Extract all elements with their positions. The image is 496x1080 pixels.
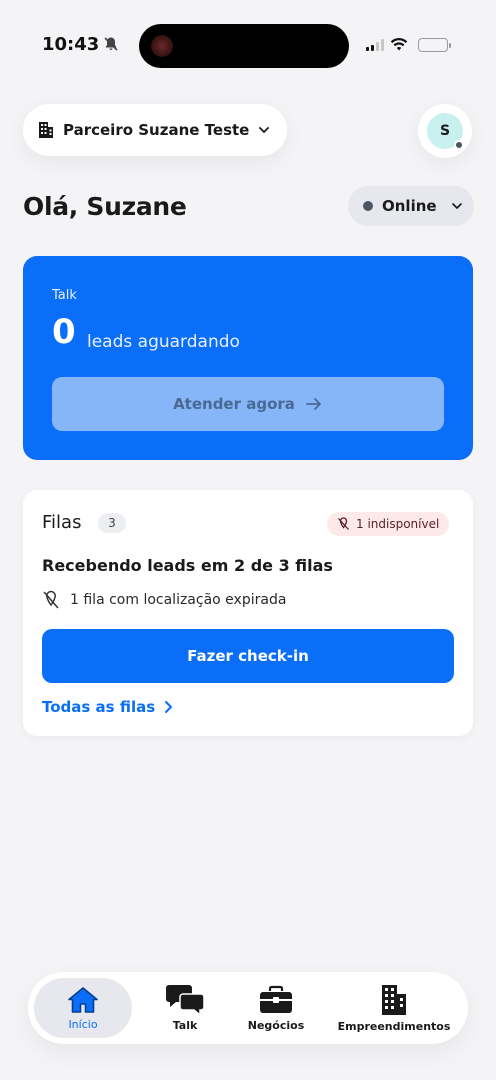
status-bar: 10:43 <box>6 6 490 86</box>
nav-item-talk[interactable]: Talk <box>150 972 220 1044</box>
bottom-navigation: Início Talk Negócios Empreendimentos <box>28 972 468 1044</box>
nav-label-negocios: Negócios <box>247 1018 305 1032</box>
presence-status-label: Online <box>382 197 437 215</box>
organization-name: Parceiro Suzane Teste <box>63 121 250 139</box>
all-queues-link[interactable]: Todas as filas <box>42 698 173 716</box>
cellular-signal-icon <box>366 39 384 51</box>
queues-count-badge: 3 <box>98 513 126 533</box>
nav-label-talk: Talk <box>172 1018 198 1032</box>
unavailable-badge: 1 indisponível <box>327 512 450 536</box>
chat-bubbles-icon <box>166 984 205 1015</box>
briefcase-icon <box>260 985 292 1013</box>
attend-now-button[interactable]: Atender agora <box>52 377 444 431</box>
building-icon <box>382 984 406 1015</box>
avatar-status-dot <box>454 140 464 150</box>
chevron-down-icon <box>259 127 270 133</box>
check-in-button[interactable]: Fazer check-in <box>42 629 454 683</box>
queues-title: Filas <box>42 512 82 533</box>
greeting-title: Olá, Suzane <box>23 192 187 221</box>
home-icon <box>68 986 98 1013</box>
location-off-icon <box>43 590 59 609</box>
talk-card-title: Talk <box>52 288 77 303</box>
nav-label-empreendimentos: Empreendimentos <box>337 1019 451 1033</box>
nav-item-negocios[interactable]: Negócios <box>236 972 316 1044</box>
expired-location-label: 1 fila com localização expirada <box>70 592 287 608</box>
check-in-label: Fazer check-in <box>187 647 309 665</box>
leads-count-label: leads aguardando <box>87 332 240 352</box>
dynamic-island <box>139 24 349 68</box>
avatar-initial: S <box>439 123 451 139</box>
status-dot-icon <box>363 201 373 211</box>
camera-icon <box>151 35 173 57</box>
attend-now-label: Atender agora <box>173 395 295 413</box>
all-queues-label: Todas as filas <box>42 698 156 716</box>
unavailable-label: 1 indisponível <box>356 517 440 531</box>
bell-muted-icon <box>104 37 118 51</box>
status-time: 10:43 <box>42 34 100 55</box>
arrow-right-icon <box>306 398 321 410</box>
building-icon <box>39 122 53 138</box>
nav-item-inicio[interactable]: Início <box>34 978 132 1038</box>
battery-icon <box>418 38 451 52</box>
profile-avatar-button[interactable]: S <box>418 104 472 158</box>
leads-count: 0 <box>52 312 76 352</box>
nav-label-inicio: Início <box>68 1017 98 1031</box>
chevron-down-icon <box>451 203 462 209</box>
chevron-right-icon <box>165 701 173 713</box>
talk-card: Talk 0 leads aguardando Atender agora <box>23 256 473 460</box>
wifi-icon <box>390 38 408 51</box>
app-screen: 10:43 Parceiro Suzane Teste S Olá, Suzan… <box>6 6 490 1074</box>
organization-selector[interactable]: Parceiro Suzane Teste <box>23 104 288 156</box>
queues-card: Filas 3 1 indisponível Recebendo leads e… <box>23 490 473 736</box>
nav-item-empreendimentos[interactable]: Empreendimentos <box>336 972 452 1044</box>
presence-status-selector[interactable]: Online <box>348 186 474 226</box>
location-off-icon <box>338 517 349 530</box>
expired-location-row: 1 fila com localização expirada <box>42 590 286 610</box>
receiving-summary: Recebendo leads em 2 de 3 filas <box>42 556 333 575</box>
